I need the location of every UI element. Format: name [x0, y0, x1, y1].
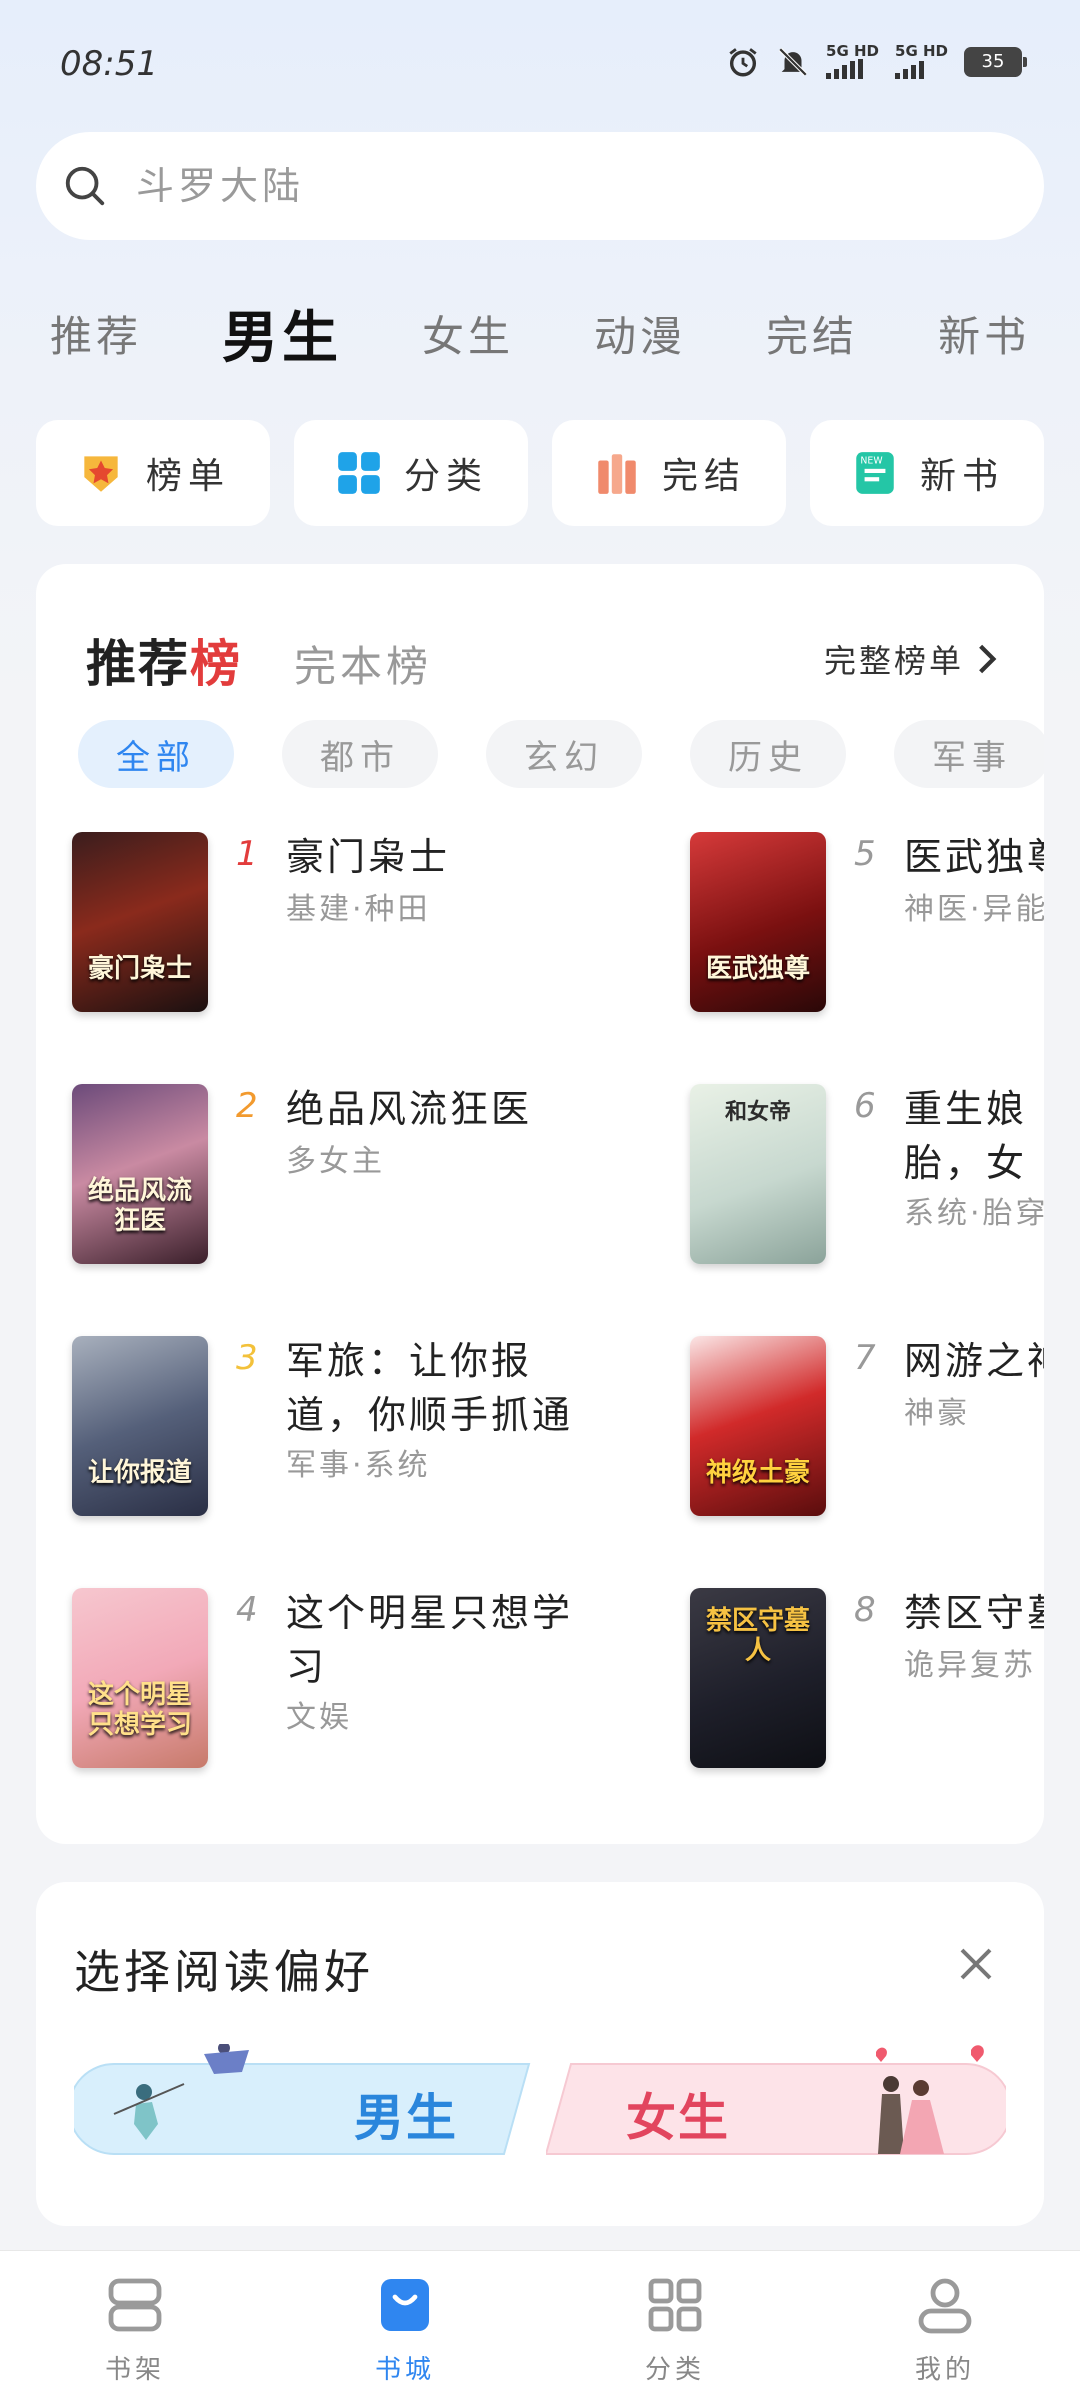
book-tags: 文娱 [286, 1700, 352, 1735]
quick-ranking-button[interactable]: 榜单 [36, 420, 270, 526]
book-item[interactable]: 和女帝 6 重生娘胎，女帝魔女 系统·胎穿 [690, 1084, 1044, 1284]
tab-female[interactable]: 女生 [422, 303, 514, 364]
ranking-header: 推荐榜 完本榜 [86, 624, 432, 696]
tab-male[interactable]: 男生 [222, 293, 342, 374]
book-title: 禁区守墓人 [904, 1591, 1044, 1635]
nav-bookshelf[interactable]: 书架 [0, 2251, 270, 2400]
book-title: 重生娘胎，女帝魔女 [904, 1087, 1028, 1185]
book-cover: 这个明星只想学习 [72, 1588, 208, 1768]
quick-entries: 榜单 分类 完结 NEW 新书 [36, 420, 1044, 526]
book-tags: 诡异复苏 [904, 1648, 1036, 1683]
book-item[interactable]: 豪门枭士 1 豪门枭士 基建·种田 [72, 832, 632, 1032]
reading-preference-card: 选择阅读偏好 男生 女生 [36, 1882, 1044, 2226]
full-ranking-link[interactable]: 完整榜单 [824, 636, 1000, 682]
finished-books-icon [598, 454, 636, 494]
nav-category[interactable]: 分类 [540, 2251, 810, 2400]
book-tags: 神医·异能 [904, 892, 1044, 927]
battery-icon: 35 [964, 46, 1027, 77]
search-input[interactable] [136, 164, 936, 208]
book-title: 医武独尊 [904, 835, 1044, 879]
status-bar: 08:51 5G HD 5G HD 35 [0, 0, 1080, 120]
quick-finished-button[interactable]: 完结 [552, 420, 786, 526]
close-icon[interactable] [956, 1944, 996, 1984]
rank-number: 2 [236, 1086, 258, 1126]
book-tags: 系统·胎穿 [904, 1196, 1044, 1231]
chip-all[interactable]: 全部 [78, 720, 234, 788]
rank-number: 4 [236, 1590, 258, 1630]
book-title: 军旅：让你报道，你顺手抓通 [286, 1339, 574, 1437]
category-icon [648, 2278, 702, 2332]
bookstore-bag-icon [381, 2279, 429, 2331]
bottom-nav: 书架 书城 分类 我的 [0, 2250, 1080, 2400]
nav-bookstore[interactable]: 书城 [270, 2251, 540, 2400]
rank-number: 8 [854, 1590, 876, 1630]
category-grid-icon [338, 452, 380, 494]
ranking-card: 推荐榜 完本榜 完整榜单 全部 都市 玄幻 历史 军事 豪门枭士 1 豪门枭士 … [36, 564, 1044, 1844]
ranking-medal-icon [84, 456, 118, 492]
female-preference-button[interactable]: 女生 [546, 2044, 1006, 2164]
book-cover: 医武独尊 [690, 832, 826, 1012]
book-title: 绝品风流狂医 [286, 1087, 533, 1131]
book-item[interactable]: 让你报道 3 军旅：让你报道，你顺手抓通 军事·系统 [72, 1336, 632, 1536]
signal-1: 5G HD [826, 44, 879, 79]
book-tags: 军事·系统 [286, 1448, 431, 1483]
search-bar[interactable] [36, 132, 1044, 240]
book-title: 这个明星只想学习 [286, 1591, 574, 1689]
tab-recommend[interactable]: 推荐 [50, 303, 142, 364]
genre-chips: 全部 都市 玄幻 历史 军事 [78, 720, 1044, 788]
book-item[interactable]: 这个明星只想学习 4 这个明星只想学习 文娱 [72, 1588, 632, 1788]
tab-finished[interactable]: 完结 [766, 303, 858, 364]
chevron-right-icon [979, 644, 997, 674]
quick-category-button[interactable]: 分类 [294, 420, 528, 526]
book-tags: 基建·种田 [286, 892, 431, 927]
alarm-icon [729, 47, 757, 76]
mute-bell-icon [778, 47, 808, 76]
male-preference-button[interactable]: 男生 [74, 2044, 534, 2164]
ranking-title-recommend[interactable]: 推荐榜 [86, 624, 242, 696]
ranking-title-finished[interactable]: 完本榜 [294, 633, 432, 694]
book-title: 网游之神级土豪 [904, 1339, 1044, 1383]
book-tags: 神豪 [904, 1396, 970, 1431]
signal-bars-icon [895, 59, 925, 79]
book-tags: 多女主 [286, 1144, 385, 1179]
chip-fantasy[interactable]: 玄幻 [486, 720, 642, 788]
ranking-book-list: 豪门枭士 1 豪门枭士 基建·种田 绝品风流狂医 2 绝品风流狂医 多女主 让你… [36, 832, 1044, 1832]
book-item[interactable]: 绝品风流狂医 2 绝品风流狂医 多女主 [72, 1084, 632, 1284]
nav-mine[interactable]: 我的 [810, 2251, 1080, 2400]
search-icon [65, 166, 105, 206]
book-cover: 豪门枭士 [72, 832, 208, 1012]
new-book-icon: NEW [856, 452, 894, 494]
rank-number: 7 [854, 1338, 876, 1378]
svg-text:NEW: NEW [860, 456, 882, 467]
rank-number: 5 [854, 834, 876, 874]
profile-icon [918, 2278, 972, 2334]
book-cover: 和女帝 [690, 1084, 826, 1264]
tab-new[interactable]: 新书 [938, 303, 1030, 364]
book-cover: 禁区守墓人 [690, 1588, 826, 1768]
signal-bars-icon [826, 59, 864, 79]
book-cover: 绝品风流狂医 [72, 1084, 208, 1264]
rank-number: 1 [236, 834, 258, 874]
book-item[interactable]: 医武独尊 5 医武独尊 神医·异能 [690, 832, 1044, 1032]
chip-history[interactable]: 历史 [690, 720, 846, 788]
preference-title: 选择阅读偏好 [74, 1945, 374, 1999]
tab-anime[interactable]: 动漫 [594, 303, 686, 364]
chip-urban[interactable]: 都市 [282, 720, 438, 788]
status-time: 08:51 [60, 44, 158, 84]
male-banner-art [74, 2044, 531, 2155]
female-banner-art [546, 2045, 1006, 2155]
bookshelf-icon [108, 2278, 162, 2332]
book-title: 豪门枭士 [286, 835, 451, 879]
status-icons: 5G HD 5G HD 35 [726, 44, 1027, 79]
book-cover: 让你报道 [72, 1336, 208, 1516]
book-cover: 神级土豪 [690, 1336, 826, 1516]
signal-2: 5G HD [895, 44, 948, 79]
chip-military[interactable]: 军事 [894, 720, 1044, 788]
book-item[interactable]: 禁区守墓人 8 禁区守墓人 诡异复苏 [690, 1588, 1044, 1788]
quick-new-button[interactable]: NEW 新书 [810, 420, 1044, 526]
channel-tabs: 推荐 男生 女生 动漫 完结 新书 阅 [50, 288, 1080, 378]
book-item[interactable]: 神级土豪 7 网游之神级土豪 神豪 [690, 1336, 1044, 1536]
rank-number: 6 [854, 1086, 876, 1126]
rank-number: 3 [236, 1338, 258, 1378]
